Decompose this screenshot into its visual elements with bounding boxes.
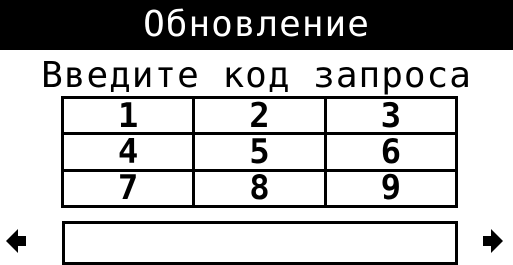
digit-keypad: 1 2 3 4 5 6 7 8 9 [60, 95, 459, 209]
arrow-left-icon[interactable] [4, 226, 28, 256]
arrow-right-icon[interactable] [481, 226, 505, 256]
key-1-button[interactable]: 1 [60, 95, 196, 136]
key-3-button[interactable]: 3 [323, 95, 459, 136]
key-9-button[interactable]: 9 [323, 168, 459, 209]
key-4-button[interactable]: 4 [60, 132, 196, 172]
keypad-row: 4 5 6 [60, 132, 459, 172]
key-5-button[interactable]: 5 [192, 132, 327, 172]
screen-title: Обновление [0, 0, 513, 50]
key-8-button[interactable]: 8 [192, 168, 327, 209]
keypad-row: 7 8 9 [60, 168, 459, 209]
request-code-input[interactable] [62, 221, 458, 265]
key-7-button[interactable]: 7 [60, 168, 196, 209]
key-2-button[interactable]: 2 [192, 95, 327, 136]
keypad-row: 1 2 3 [60, 95, 459, 136]
key-6-button[interactable]: 6 [323, 132, 459, 172]
request-code-prompt: Введите код запроса [41, 55, 472, 96]
